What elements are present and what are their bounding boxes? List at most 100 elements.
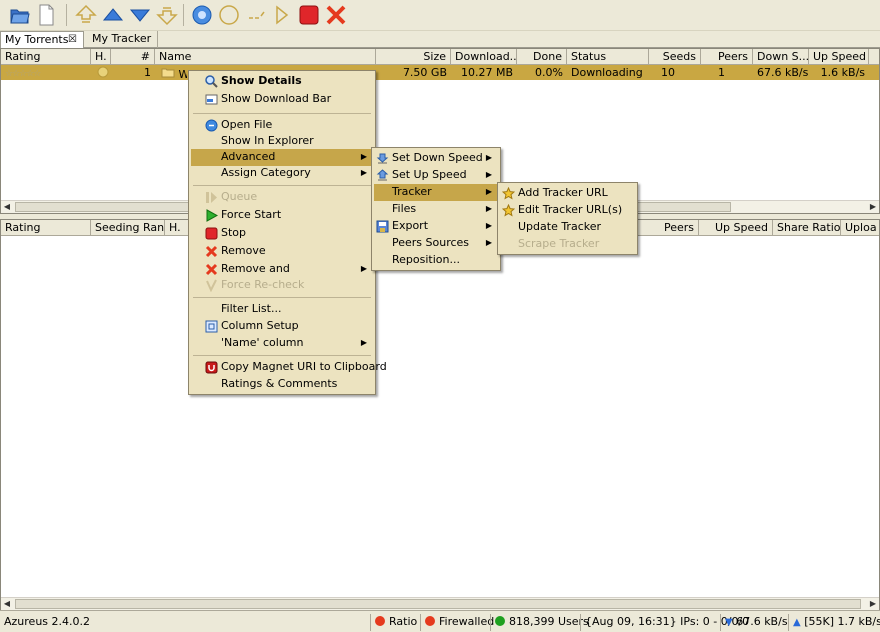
up-speed-value: 1.6 kB/s <box>820 66 865 79</box>
submenu-arrow-icon: ▶ <box>360 168 367 177</box>
firewalled-status[interactable]: Firewalled <box>420 614 494 631</box>
run-icon[interactable] <box>190 3 214 27</box>
remove-icon <box>205 245 218 258</box>
red-dot-icon <box>375 616 385 626</box>
seeding-table: Rating Seeding Rank H. Peers Up Speed Sh… <box>0 219 880 610</box>
menu-item-show-details[interactable]: Show Details <box>191 73 373 90</box>
column-header-size[interactable]: Size <box>375 49 451 65</box>
menu-item-stop[interactable]: Stop <box>191 225 373 242</box>
column-header-peers[interactable]: Peers <box>701 49 753 65</box>
open-file-icon <box>205 119 218 132</box>
table-row[interactable]: ☆☆☆☆☆ 1 W 7.50 GB 10.27 MB 0.0% Download… <box>1 65 879 80</box>
queue-icon[interactable] <box>270 3 294 27</box>
download-speed-status[interactable]: ▼ 67.6 kB/s <box>720 614 788 631</box>
column-header-health[interactable]: H. <box>165 220 189 236</box>
tab-my-torrents[interactable]: My Torrents ☒ <box>0 31 84 48</box>
menu-item-set-up-speed[interactable]: Set Up Speed ▶ <box>374 167 498 184</box>
menu-item-copy-magnet[interactable]: Copy Magnet URI to Clipboard <box>191 359 387 376</box>
tab-bar: My Torrents ☒ My Tracker <box>0 31 880 48</box>
column-header-status[interactable]: Status <box>567 49 649 65</box>
scroll-right-icon[interactable]: ▶ <box>867 598 879 610</box>
tab-label: My Torrents <box>5 33 69 46</box>
menu-item-add-tracker-url[interactable]: Add Tracker URL <box>500 185 635 202</box>
table-header: Rating H. # Name Size Download... Done S… <box>1 49 879 65</box>
pause-icon[interactable] <box>244 3 268 27</box>
remove-icon[interactable] <box>324 3 348 27</box>
menu-item-tracker[interactable]: Tracker ▶ <box>374 184 498 201</box>
scroll-right-icon[interactable]: ▶ <box>867 201 879 213</box>
scroll-thumb[interactable] <box>15 599 861 609</box>
downloaded-value: 10.27 MB <box>460 66 513 79</box>
column-header-downloaded[interactable]: Download... <box>451 49 517 65</box>
tracker-submenu: Add Tracker URL Edit Tracker URL(s) Upda… <box>497 182 638 255</box>
ips-status[interactable]: {Aug 09, 16:31} IPs: 0 - 0/0/0 <box>580 614 749 631</box>
users-status[interactable]: 818,399 Users <box>490 614 589 631</box>
column-header-rating[interactable]: Rating <box>1 49 91 65</box>
move-top-icon[interactable] <box>74 3 98 27</box>
status-bar: Azureus 2.4.0.2 Ratio Firewalled 818,399… <box>0 610 880 632</box>
row-number: 1 <box>144 66 151 79</box>
menu-item-remove-and[interactable]: Remove and ▶ <box>191 261 373 278</box>
close-icon[interactable]: ☒ <box>68 32 77 48</box>
submenu-arrow-icon: ▶ <box>485 204 492 213</box>
torrent-name: W <box>178 68 188 80</box>
column-header-share-ratio[interactable]: Share Ratio <box>773 220 841 236</box>
column-header-number[interactable]: # <box>111 49 155 65</box>
menu-item-column-setup[interactable]: Column Setup <box>191 318 373 335</box>
stop-icon <box>205 227 218 240</box>
column-header-up-speed[interactable]: Up Speed <box>809 49 869 65</box>
submenu-arrow-icon: ▶ <box>485 187 492 196</box>
menu-item-peers-sources[interactable]: Peers Sources ▶ <box>374 235 498 252</box>
column-header-seeds[interactable]: Seeds <box>649 49 701 65</box>
menu-item-ratings-comments[interactable]: Ratings & Comments <box>191 376 373 393</box>
magnet-icon <box>205 361 218 374</box>
menu-item-open-file[interactable]: Open File <box>191 117 373 134</box>
menu-item-edit-tracker-urls[interactable]: Edit Tracker URL(s) <box>500 202 635 219</box>
new-torrent-icon[interactable] <box>34 3 58 27</box>
red-dot-icon <box>425 616 435 626</box>
tab-my-tracker[interactable]: My Tracker <box>88 31 158 48</box>
column-setup-icon <box>205 320 218 333</box>
seeds-value: 10 <box>661 66 675 79</box>
advanced-submenu: Set Down Speed ▶ Set Up Speed ▶ Tracker … <box>371 147 501 271</box>
horizontal-scrollbar[interactable]: ◀ ▶ <box>1 597 879 610</box>
menu-item-reposition[interactable]: Reposition... <box>374 252 498 269</box>
menu-item-name-column[interactable]: 'Name' column ▶ <box>191 335 373 352</box>
column-header-seeding-rank[interactable]: Seeding Rank <box>91 220 165 236</box>
green-dot-icon <box>495 616 505 626</box>
rating-stars[interactable]: ☆☆☆☆☆ <box>1 65 91 80</box>
star-icon <box>501 203 516 217</box>
menu-item-filter-list[interactable]: Filter List... <box>191 301 373 318</box>
menu-item-set-down-speed[interactable]: Set Down Speed ▶ <box>374 150 498 167</box>
scroll-left-icon[interactable]: ◀ <box>1 598 13 610</box>
column-header-down-speed[interactable]: Down S... <box>753 49 809 65</box>
scroll-left-icon[interactable]: ◀ <box>1 201 13 213</box>
ratio-status[interactable]: Ratio <box>370 614 420 631</box>
recheck-icon <box>205 279 218 293</box>
tab-label: My Tracker <box>92 32 152 45</box>
move-bottom-icon[interactable] <box>155 3 179 27</box>
move-up-icon[interactable] <box>101 3 125 27</box>
column-header-rating[interactable]: Rating <box>1 220 91 236</box>
column-header-health[interactable]: H. <box>91 49 111 65</box>
menu-item-advanced[interactable]: Advanced ▶ <box>191 149 373 166</box>
menu-item-files[interactable]: Files ▶ <box>374 201 498 218</box>
menu-item-show-download-bar[interactable]: Show Download Bar <box>191 91 373 108</box>
menu-item-assign-category[interactable]: Assign Category ▶ <box>191 165 373 182</box>
menu-item-update-tracker[interactable]: Update Tracker <box>500 219 635 236</box>
menu-item-force-start[interactable]: Force Start <box>191 207 373 224</box>
column-header-done[interactable]: Done <box>517 49 567 65</box>
stop-icon[interactable] <box>297 3 321 27</box>
start-icon[interactable] <box>217 3 241 27</box>
remove-icon <box>205 263 218 276</box>
down-arrow-icon: ▼ <box>725 617 733 628</box>
open-torrent-icon[interactable] <box>8 3 32 27</box>
menu-item-export[interactable]: Export ▶ <box>374 218 498 235</box>
menu-item-remove[interactable]: Remove <box>191 243 373 260</box>
move-down-icon[interactable] <box>128 3 152 27</box>
column-header-uploaded[interactable]: Uploa <box>841 220 880 236</box>
column-header-up-speed[interactable]: Up Speed <box>699 220 773 236</box>
upload-speed-status[interactable]: ▲ [55K] 1.7 kB/s <box>788 614 880 631</box>
menu-item-show-in-explorer[interactable]: Show In Explorer <box>191 133 373 150</box>
column-header-peers[interactable]: Peers <box>637 220 699 236</box>
